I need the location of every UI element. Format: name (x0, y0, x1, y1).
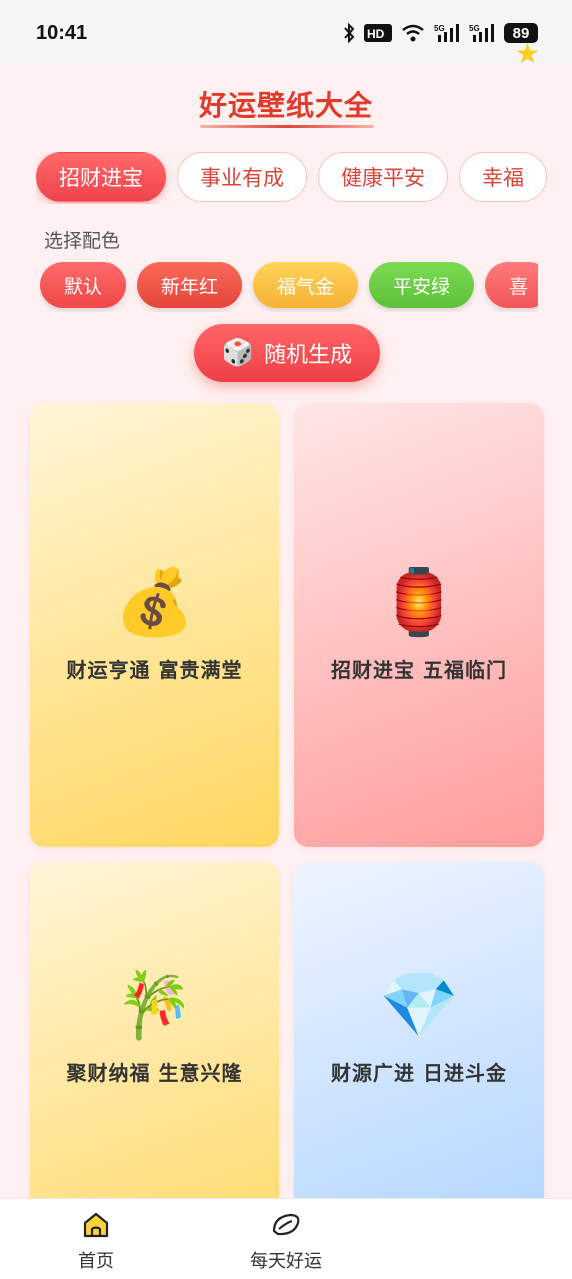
color-option-xi[interactable]: 喜 (485, 262, 538, 308)
tanabata-tree-icon: 🎋 (114, 968, 195, 1043)
tab-xingfu[interactable]: 幸福 (459, 152, 547, 202)
gem-icon: 💎 (379, 968, 459, 1043)
status-bar: 10:41 HD 5G 5G 89 (0, 0, 572, 66)
wallpaper-card[interactable]: 🏮 招财进宝 五福临门 (294, 403, 544, 847)
color-option-new-year-red[interactable]: 新年红 (137, 262, 243, 308)
nav-item-home[interactable]: 首页 (66, 1211, 126, 1273)
home-icon (83, 1212, 109, 1238)
star-icon[interactable]: ★ (515, 40, 540, 68)
wifi-icon (402, 24, 424, 42)
page-title: 好运壁纸大全 (198, 89, 373, 122)
color-option-peace-green[interactable]: 平安绿 (369, 262, 475, 308)
dice-icon: 🎲 (221, 338, 255, 368)
card-caption: 聚财纳福 生意兴隆 (66, 1060, 243, 1085)
leaf-icon (272, 1213, 300, 1236)
color-option-lucky-gold[interactable]: 福气金 (253, 262, 359, 308)
card-caption: 财源广进 日进斗金 (331, 1060, 507, 1085)
svg-text:HD: HD (367, 27, 385, 41)
bluetooth-icon (344, 23, 355, 43)
money-bag-icon: 💰 (114, 565, 195, 640)
status-time: 10:41 (36, 21, 88, 44)
random-generate-label: 随机生成 (264, 343, 353, 368)
lantern-icon: 🏮 (379, 565, 459, 640)
signal-5g-icon: 5G (469, 24, 494, 42)
card-caption: 财运亨通 富贵满堂 (66, 657, 243, 682)
nav-label-daily-luck: 每天好运 (250, 1251, 322, 1272)
svg-text:5G: 5G (434, 24, 445, 33)
tab-jiankang[interactable]: 健康平安 (318, 152, 448, 202)
signal-5g-icon: 5G (434, 24, 459, 42)
random-generate-button[interactable]: 🎲 随机生成 (194, 324, 380, 382)
svg-text:5G: 5G (469, 24, 480, 33)
color-option-default[interactable]: 默认 (40, 262, 127, 308)
nav-item-daily-luck[interactable]: 每天好运 (236, 1211, 336, 1273)
title-underline (200, 125, 374, 128)
nav-label-home: 首页 (78, 1251, 114, 1272)
card-caption: 招财进宝 五福临门 (331, 657, 507, 682)
status-icons: HD 5G 5G 89 (343, 23, 538, 43)
tab-zhaocai[interactable]: 招财进宝 (36, 152, 166, 202)
hd-icon: HD (364, 24, 392, 42)
color-section-label: 选择配色 (44, 230, 121, 252)
color-options: 默认 新年红 福气金 平安绿喜 (40, 262, 538, 312)
category-tabs: 招财进宝 事业有成 健康平安 幸福 (36, 152, 550, 204)
bottom-nav: 首页 每天好运 (0, 1198, 572, 1279)
wallpaper-card[interactable]: 💰 财运亨通 富贵满堂 (30, 403, 279, 847)
tab-shiye[interactable]: 事业有成 (177, 152, 307, 202)
